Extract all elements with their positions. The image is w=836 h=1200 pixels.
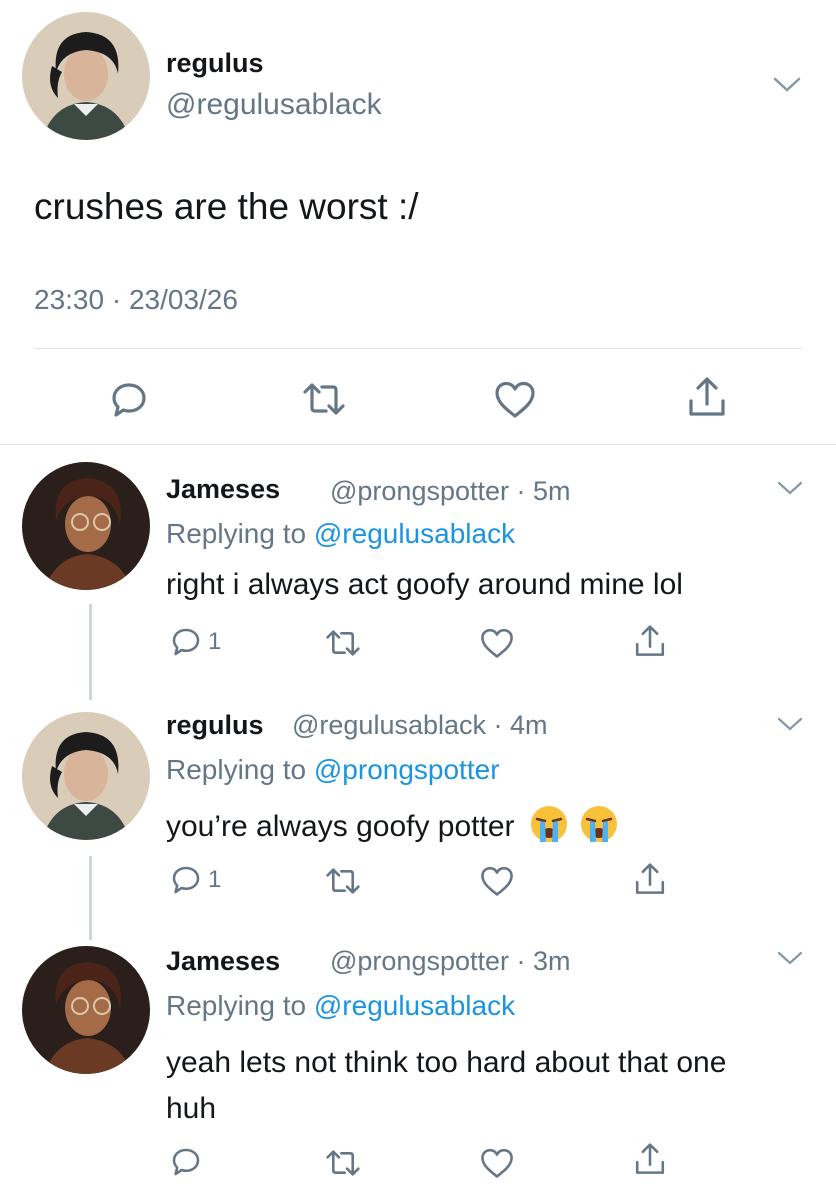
- replying-to: Replying to @prongspotter: [166, 754, 500, 786]
- like-icon: [480, 628, 514, 659]
- reply-count: 1: [208, 628, 222, 655]
- retweet-button[interactable]: [325, 1146, 361, 1180]
- retweet-icon: [325, 1146, 361, 1180]
- like-button[interactable]: [480, 628, 514, 659]
- avatar-regulus[interactable]: [22, 12, 150, 140]
- author-name[interactable]: regulus: [166, 48, 264, 79]
- replying-to-label: Replying to: [166, 754, 307, 785]
- retweet-button[interactable]: [325, 626, 361, 660]
- replying-to-label: Replying to: [166, 518, 307, 549]
- like-button[interactable]: [480, 866, 514, 897]
- reply-text: yeah lets not think too hard about that …: [166, 1046, 727, 1125]
- reply-handle-time[interactable]: @prongspotter · 3m: [330, 946, 571, 977]
- reply-text-row: you’re always goofy potter: [166, 804, 619, 852]
- reply-icon: [170, 1146, 202, 1178]
- reply-button[interactable]: [109, 380, 149, 420]
- chevron-down-icon[interactable]: [776, 950, 804, 966]
- reply-author-name[interactable]: regulus: [166, 710, 264, 741]
- avatar-jameses[interactable]: [22, 946, 150, 1074]
- reply-icon: [170, 864, 202, 896]
- replying-to-link[interactable]: @regulusablack: [314, 518, 515, 549]
- chevron-down-icon[interactable]: [776, 480, 804, 496]
- share-icon: [687, 376, 727, 418]
- crying-face-emoji: [529, 804, 569, 852]
- reply-author-name[interactable]: Jameses: [166, 946, 280, 977]
- share-button[interactable]: [634, 624, 666, 658]
- avatar-jameses[interactable]: [22, 462, 150, 590]
- thread-line: [89, 604, 92, 700]
- tweet-timestamp[interactable]: 23:30 · 23/03/26: [34, 284, 238, 316]
- replying-to-link[interactable]: @regulusablack: [314, 990, 515, 1021]
- reply-button[interactable]: 1: [170, 864, 221, 896]
- reply-text: you’re always goofy potter: [166, 809, 515, 843]
- divider: [0, 444, 836, 445]
- replying-to: Replying to @regulusablack: [166, 990, 515, 1022]
- share-icon: [634, 862, 666, 896]
- replying-to-label: Replying to: [166, 990, 307, 1021]
- retweet-icon: [325, 626, 361, 660]
- reply-count: 1: [208, 866, 222, 893]
- share-button[interactable]: [634, 1142, 666, 1176]
- share-button[interactable]: [687, 376, 727, 418]
- author-handle[interactable]: @regulusablack: [166, 88, 382, 122]
- share-button[interactable]: [634, 862, 666, 896]
- share-icon: [634, 1142, 666, 1176]
- retweet-button[interactable]: [325, 864, 361, 898]
- reply-icon: [109, 380, 149, 420]
- like-icon: [480, 866, 514, 897]
- avatar-regulus[interactable]: [22, 712, 150, 840]
- like-button[interactable]: [480, 1148, 514, 1179]
- share-icon: [634, 624, 666, 658]
- replying-to-link[interactable]: @prongspotter: [314, 754, 500, 785]
- reply-author-name[interactable]: Jameses: [166, 474, 280, 505]
- retweet-button[interactable]: [302, 378, 346, 420]
- chevron-down-icon[interactable]: [772, 76, 802, 94]
- reply-button[interactable]: [170, 1146, 202, 1178]
- like-icon: [480, 1148, 514, 1179]
- retweet-icon: [325, 864, 361, 898]
- retweet-icon: [302, 378, 346, 420]
- replying-to: Replying to @regulusablack: [166, 518, 515, 550]
- reply-text: right i always act goofy around mine lol: [166, 568, 683, 601]
- reply-icon: [170, 626, 202, 658]
- chevron-down-icon[interactable]: [776, 716, 804, 732]
- thread-line: [89, 856, 92, 940]
- like-button[interactable]: [494, 381, 536, 419]
- reply-handle-time[interactable]: @prongspotter · 5m: [330, 476, 571, 507]
- reply-button[interactable]: 1: [170, 626, 221, 658]
- reply-handle-time[interactable]: @regulusablack · 4m: [292, 710, 548, 741]
- crying-face-emoji: [579, 804, 619, 852]
- like-icon: [494, 381, 536, 419]
- tweet-text: crushes are the worst :/: [34, 186, 419, 227]
- divider: [34, 348, 802, 349]
